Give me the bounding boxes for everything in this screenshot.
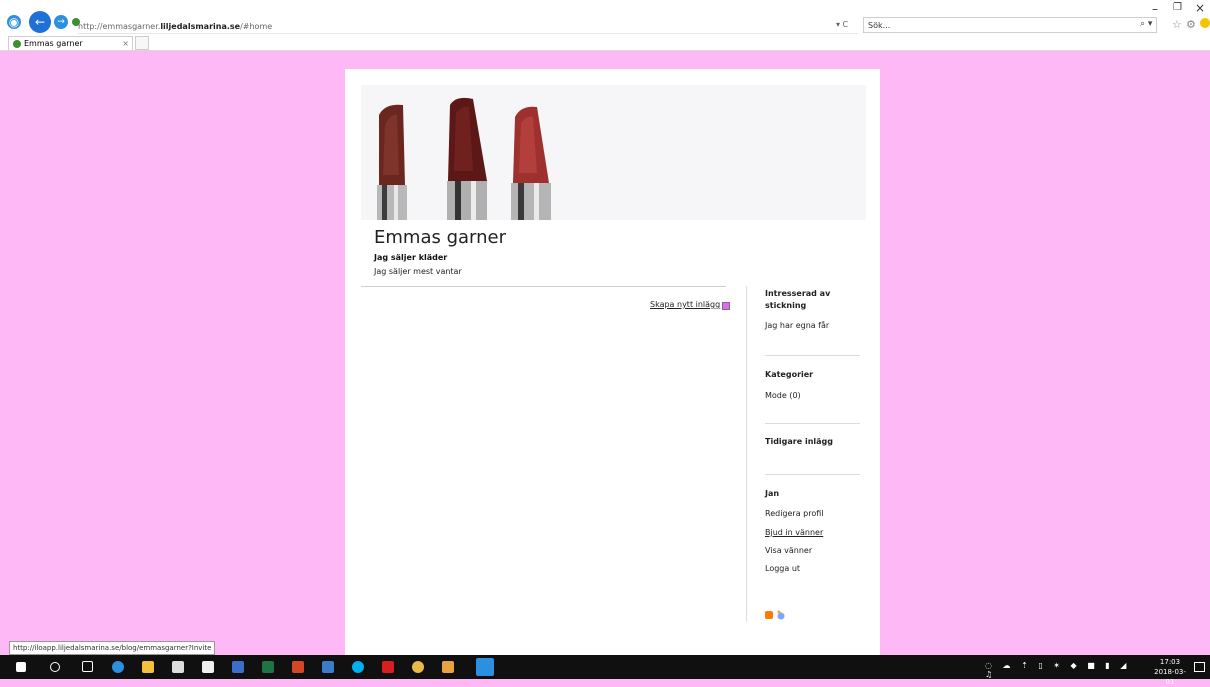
tab-title: Emmas garner xyxy=(24,39,83,48)
smiley-icon[interactable] xyxy=(1200,18,1210,28)
tab-emmas-garner[interactable]: Emmas garner × xyxy=(8,36,133,50)
clock-date: 2018-03-01 xyxy=(1154,668,1186,686)
sidebar-category-item[interactable]: Mode (0) xyxy=(765,391,801,400)
blog-page: Emmas garner Jag säljer kläder Jag sälje… xyxy=(345,69,880,655)
close-window-button[interactable]: × xyxy=(1195,1,1205,15)
sidebar-previous-heading: Tidigare inlägg xyxy=(765,437,833,446)
forward-icon[interactable]: → xyxy=(54,15,68,29)
paint-icon[interactable] xyxy=(412,661,424,673)
clock[interactable]: 17:03 2018-03-01 xyxy=(1152,657,1188,687)
start-icon[interactable] xyxy=(16,662,26,672)
search-field[interactable]: Sök... xyxy=(863,17,1157,33)
sidebar-user-heading: Jan xyxy=(765,489,780,498)
blog-title: Emmas garner xyxy=(374,227,506,248)
file-explorer-icon[interactable] xyxy=(142,661,154,673)
restore-button[interactable]: ❐ xyxy=(1173,2,1182,13)
blog-description: Jag säljer mest vantar xyxy=(374,267,462,276)
address-domain: liljedalsmarina.se xyxy=(160,21,241,31)
divider xyxy=(361,286,726,287)
tray-icons[interactable]: ◌ ☁ ⇡ ▯ ✶ ◆ ■ ▮ ◢ ♫ xyxy=(985,661,1135,679)
address-prefix: http://emmasgarner. xyxy=(78,21,161,31)
app-icon[interactable] xyxy=(322,661,334,673)
sidebar-link-show-friends[interactable]: Visa vänner xyxy=(765,546,812,555)
back-icon[interactable]: ← xyxy=(29,11,51,33)
sidebar-categories-heading: Kategorier xyxy=(765,370,814,379)
excel-icon[interactable] xyxy=(262,661,274,673)
store-icon[interactable] xyxy=(172,661,184,673)
plus-icon[interactable] xyxy=(722,302,730,310)
outlook-icon[interactable] xyxy=(232,661,244,673)
media-icon[interactable] xyxy=(442,661,454,673)
create-post-link[interactable]: Skapa nytt inlägg xyxy=(650,300,720,309)
notifications-icon[interactable] xyxy=(1194,662,1205,672)
address-controls[interactable]: ▾ C xyxy=(836,20,848,29)
mail-icon[interactable] xyxy=(202,661,214,673)
status-bar-url: http://iloapp.liljedalsmarina.se/blog/em… xyxy=(9,641,216,655)
sidebar-link-edit-profile[interactable]: Redigera profil xyxy=(765,509,824,518)
browser-chrome: ◉ ← → http://emmasgarner. liljedalsmarina… xyxy=(0,0,1210,51)
favorites-icon[interactable]: ☆ xyxy=(1172,18,1182,31)
tab-close-icon[interactable]: × xyxy=(122,39,129,48)
new-tab-button[interactable] xyxy=(135,36,149,50)
address-bar[interactable]: http://emmasgarner. liljedalsmarina.se/#h… xyxy=(78,19,858,34)
feed-reader-icon[interactable] xyxy=(776,610,786,620)
sidebar-link-logout[interactable]: Logga ut xyxy=(765,564,800,573)
blog-subtitle: Jag säljer kläder xyxy=(374,253,448,262)
sidebar-interest-text: Jag har egna får xyxy=(765,321,830,330)
sidebar-separator xyxy=(765,474,860,475)
clock-time: 17:03 xyxy=(1159,658,1181,666)
address-suffix: /#home xyxy=(240,21,273,31)
acrobat-icon[interactable] xyxy=(382,661,394,673)
powerpoint-icon[interactable] xyxy=(292,661,304,673)
taskbar: ◌ ☁ ⇡ ▯ ✶ ◆ ■ ▮ ◢ ♫ 17:03 2018-03-01 xyxy=(0,655,1210,686)
sidebar-link-invite-friends[interactable]: Bjud in vänner xyxy=(765,528,823,537)
lipstick-left xyxy=(377,104,407,220)
search-icon[interactable]: ⌕ ▾ xyxy=(1140,19,1152,29)
skype-icon[interactable] xyxy=(352,661,364,673)
rss-icon[interactable] xyxy=(765,611,773,619)
banner-image xyxy=(361,85,866,220)
search-placeholder: Sök... xyxy=(868,20,891,30)
browser-taskbar-icon[interactable] xyxy=(476,658,494,676)
lipstick-middle xyxy=(447,97,487,220)
minimize-button[interactable]: – xyxy=(1152,2,1158,16)
edge-icon[interactable] xyxy=(112,661,124,673)
sidebar-separator xyxy=(765,355,860,356)
sidebar-separator xyxy=(765,423,860,424)
sidebar-divider xyxy=(746,286,747,622)
sidebar-interest-heading: Intresserad av stickning xyxy=(765,289,831,310)
lipsticks-illustration xyxy=(377,97,551,220)
browser-logo-icon[interactable]: ◉ xyxy=(7,15,21,29)
search-icon[interactable] xyxy=(50,662,60,672)
tab-favicon-icon xyxy=(13,39,21,48)
task-view-icon[interactable] xyxy=(82,661,93,672)
settings-icon[interactable]: ⚙ xyxy=(1186,18,1196,31)
lipstick-right xyxy=(511,106,551,220)
